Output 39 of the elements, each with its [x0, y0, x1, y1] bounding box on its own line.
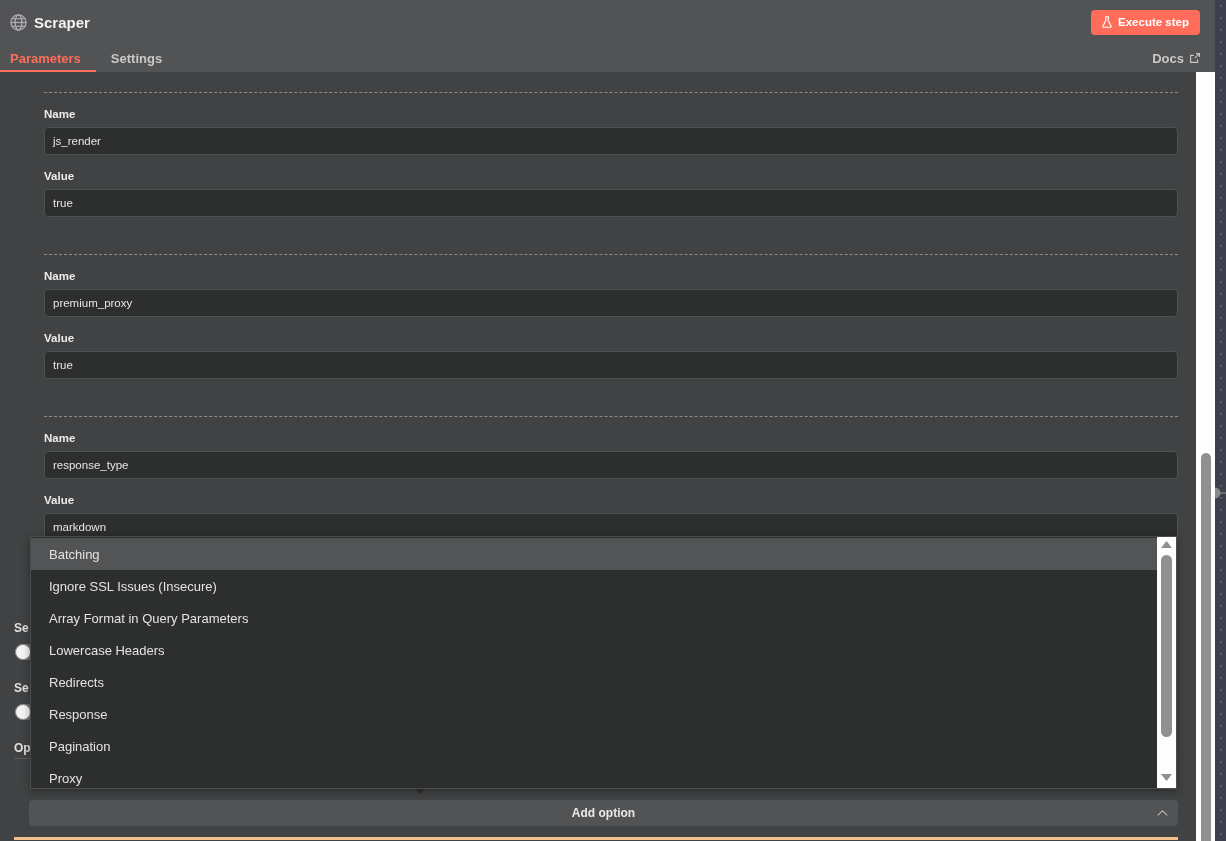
field-label: Value: [44, 493, 75, 508]
connector-handle-icon[interactable]: [1215, 487, 1226, 499]
field-label: Value: [44, 169, 75, 184]
setting-label: Se: [14, 621, 29, 635]
text-field[interactable]: premium_proxy: [44, 289, 1178, 317]
scrollbar[interactable]: [1196, 72, 1215, 841]
scrollbar[interactable]: [1157, 537, 1176, 788]
text-field[interactable]: js_render: [44, 127, 1178, 155]
menu-option[interactable]: Lowercase Headers: [31, 634, 1157, 666]
field-label: Name: [44, 107, 76, 122]
scroll-up-arrow-icon[interactable]: [1161, 541, 1172, 548]
menu-option[interactable]: Pagination: [31, 730, 1157, 762]
external-link-icon: [1190, 53, 1200, 63]
flask-icon: [1102, 16, 1113, 28]
menu-option[interactable]: Redirects: [31, 666, 1157, 698]
menu-option[interactable]: Response: [31, 698, 1157, 730]
globe-icon: [10, 13, 27, 31]
field-label: Name: [44, 269, 76, 284]
menu-option[interactable]: Batching: [31, 538, 1157, 570]
setting-label: Se: [14, 681, 29, 695]
field-label: Value: [44, 331, 75, 346]
toggle-switch[interactable]: [15, 644, 30, 660]
node-title: Scraper: [34, 13, 90, 31]
docs-link[interactable]: Docs: [1152, 50, 1200, 66]
text-field[interactable]: true: [44, 189, 1178, 217]
scrollbar-thumb[interactable]: [1161, 555, 1172, 737]
menu-option[interactable]: Proxy: [31, 762, 1157, 788]
scroll-down-arrow-icon[interactable]: [1161, 774, 1172, 781]
field-label: Name: [44, 431, 76, 446]
scrollbar-thumb[interactable]: [1200, 453, 1211, 841]
chevron-up-icon: [1157, 810, 1168, 816]
tab[interactable]: Settings: [100, 44, 178, 72]
menu-option[interactable]: Ignore SSL Issues (Insecure): [31, 570, 1157, 602]
menu-option[interactable]: Array Format in Query Parameters: [31, 602, 1157, 634]
toggle-switch[interactable]: [15, 704, 30, 720]
text-field[interactable]: true: [44, 351, 1178, 379]
section-label: Op: [14, 741, 31, 755]
text-field[interactable]: response_type: [44, 451, 1178, 479]
add-option-button[interactable]: Add option: [29, 800, 1178, 826]
